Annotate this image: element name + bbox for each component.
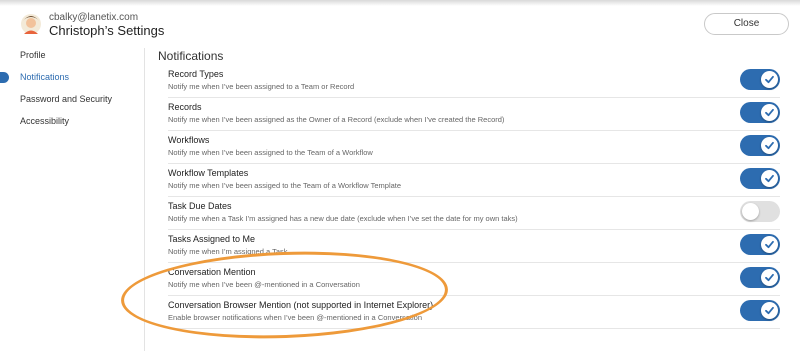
row-title: Records xyxy=(168,102,202,112)
check-icon xyxy=(765,273,774,282)
toggle-knob xyxy=(761,302,778,319)
notification-row-workflow-templates: Workflow Templates Notify me when I’ve b… xyxy=(168,164,780,197)
check-icon xyxy=(765,108,774,117)
sidebar-item-password-and-security[interactable]: Password and Security xyxy=(20,94,112,104)
check-icon xyxy=(765,141,774,150)
header: cbalky@lanetix.com Christoph’s Settings … xyxy=(0,0,800,44)
row-description: Notify me when I’ve been assigned to a T… xyxy=(168,82,355,91)
settings-title: Christoph’s Settings xyxy=(49,23,165,38)
row-title: Tasks Assigned to Me xyxy=(168,234,256,244)
row-title: Workflows xyxy=(168,135,210,145)
notification-row-workflows: Workflows Notify me when I’ve been assig… xyxy=(168,131,780,164)
conversation-mention-toggle[interactable] xyxy=(740,267,780,288)
toggle-knob xyxy=(761,170,778,187)
section-title: Notifications xyxy=(158,49,224,63)
check-icon xyxy=(765,306,774,315)
toggle-knob xyxy=(761,104,778,121)
record-types-toggle[interactable] xyxy=(740,69,780,90)
row-description: Notify me when I’ve been assigned to the… xyxy=(168,148,373,157)
sidebar-item-notifications[interactable]: Notifications xyxy=(20,72,69,82)
notification-row-task-due-dates: Task Due Dates Notify me when a Task I’m… xyxy=(168,197,780,230)
active-indicator xyxy=(0,72,9,83)
row-description: Notify me when I’ve been assigned as the… xyxy=(168,115,505,124)
toggle-knob xyxy=(761,236,778,253)
notification-row-records: Records Notify me when I’ve been assigne… xyxy=(168,98,780,131)
toggle-knob xyxy=(761,137,778,154)
row-title: Task Due Dates xyxy=(168,201,232,211)
row-title: Workflow Templates xyxy=(168,168,249,178)
check-icon xyxy=(765,174,774,183)
avatar-icon xyxy=(21,14,41,34)
row-description: Notify me when I’ve been assiged to the … xyxy=(168,181,402,190)
conversation-browser-mention-toggle[interactable] xyxy=(740,300,780,321)
close-button[interactable]: Close xyxy=(704,13,789,35)
records-toggle[interactable] xyxy=(740,102,780,123)
check-icon xyxy=(765,240,774,249)
settings-page: cbalky@lanetix.com Christoph’s Settings … xyxy=(0,0,800,351)
notification-row-record-types: Record Types Notify me when I’ve been as… xyxy=(168,65,780,98)
workflows-toggle[interactable] xyxy=(740,135,780,156)
toggle-knob xyxy=(761,269,778,286)
tasks-assigned-to-me-toggle[interactable] xyxy=(740,234,780,255)
toggle-knob xyxy=(761,71,778,88)
check-icon xyxy=(765,75,774,84)
row-title: Record Types xyxy=(168,69,224,79)
task-due-dates-toggle[interactable] xyxy=(740,201,780,222)
sidebar-item-accessibility[interactable]: Accessibility xyxy=(20,116,69,126)
workflow-templates-toggle[interactable] xyxy=(740,168,780,189)
sidebar-item-profile[interactable]: Profile xyxy=(20,50,46,60)
toggle-knob xyxy=(742,203,759,220)
row-description: Notify me when a Task I’m assigned has a… xyxy=(168,214,518,223)
user-email: cbalky@lanetix.com xyxy=(49,12,139,23)
